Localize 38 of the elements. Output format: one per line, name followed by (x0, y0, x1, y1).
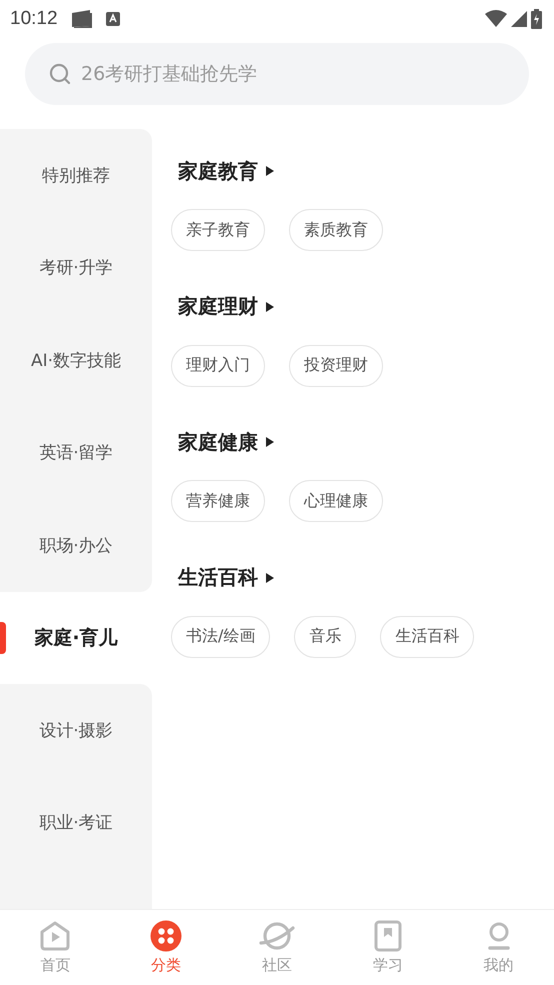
tag-chip[interactable]: 生活百科 (380, 616, 474, 658)
triangle-icon (266, 166, 274, 176)
triangle-icon (266, 302, 274, 312)
category-item[interactable]: 设计·摄影 (0, 684, 152, 776)
home-play-icon (39, 920, 72, 952)
selection-indicator (0, 622, 6, 654)
category-item[interactable]: AI·数字技能 (0, 314, 152, 406)
tag-chip[interactable]: 音乐 (294, 616, 356, 658)
section-title[interactable]: 家庭健康 (178, 428, 258, 456)
category-item[interactable]: 职场·办公 (0, 499, 152, 592)
category-item[interactable]: 英语·留学 (0, 406, 152, 499)
tag-chip[interactable]: 亲子教育 (171, 209, 265, 251)
keyboard-icon (106, 12, 120, 26)
tag-chip[interactable]: 心理健康 (289, 480, 383, 522)
category-item[interactable]: 考研·升学 (0, 222, 152, 314)
battery-icon (531, 8, 542, 28)
section-title[interactable]: 家庭理财 (178, 293, 258, 320)
tag-chip[interactable]: 书法/绘画 (171, 616, 270, 658)
section-title[interactable]: 家庭教育 (178, 158, 258, 184)
category-item[interactable]: 职业·考证 (0, 776, 152, 869)
triangle-icon (266, 437, 274, 447)
planet-icon (258, 920, 295, 952)
tab[interactable]: 分类 (110, 910, 222, 985)
signal-icon (511, 10, 527, 26)
tag-chip[interactable]: 理财入门 (171, 344, 265, 386)
wifi-icon (485, 10, 507, 28)
triangle-icon (266, 572, 274, 582)
section-title[interactable]: 生活百科 (178, 564, 258, 591)
category-item[interactable]: 特别推荐 (0, 129, 152, 222)
tag-chip[interactable]: 素质教育 (289, 209, 383, 251)
bookmark-icon (372, 920, 404, 952)
grid-icon (150, 920, 182, 952)
search-icon (49, 63, 71, 85)
search-field[interactable]: 26考研打基础抢先学 (25, 43, 529, 105)
tag-chip[interactable]: 投资理财 (289, 344, 383, 386)
tag-chip[interactable]: 营养健康 (171, 480, 265, 522)
book-icon (70, 8, 94, 30)
clock: 10:12 (10, 8, 58, 30)
